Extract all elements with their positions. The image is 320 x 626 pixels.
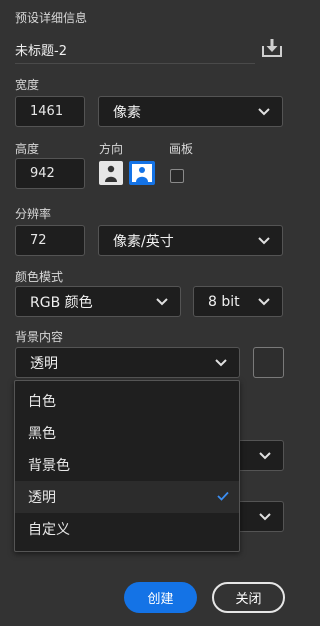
chevron-down-icon: [259, 451, 271, 459]
document-name[interactable]: 未标题-2: [15, 40, 67, 59]
bit-depth-select[interactable]: 8 bit: [193, 286, 283, 317]
portrait-icon: [105, 165, 117, 182]
save-preset-icon[interactable]: [260, 37, 284, 59]
background-contents-label: 背景内容: [15, 330, 64, 344]
dropdown-item-background-color[interactable]: 背景色: [15, 449, 239, 481]
chevron-down-icon: [259, 512, 271, 520]
preset-details-title: 预设详细信息: [15, 11, 88, 25]
width-input[interactable]: 1461: [15, 96, 85, 127]
chevron-down-icon: [258, 107, 270, 115]
chevron-down-icon: [156, 297, 168, 305]
color-mode-select[interactable]: RGB 颜色: [15, 286, 181, 317]
dropdown-item-label: 黑色: [28, 426, 56, 442]
resolution-input[interactable]: 72: [15, 225, 85, 256]
artboard-checkbox[interactable]: [170, 169, 184, 183]
color-mode-value: RGB 颜色: [30, 294, 93, 311]
dropdown-item-custom[interactable]: 自定义: [15, 513, 239, 545]
checkmark-icon: [217, 491, 229, 501]
dropdown-item-transparent[interactable]: 透明: [15, 481, 239, 513]
background-contents-dropdown: 白色 黑色 背景色 透明 自定义: [14, 380, 240, 552]
resolution-label: 分辨率: [15, 207, 52, 221]
artboard-label: 画板: [169, 142, 194, 156]
background-color-swatch[interactable]: [253, 347, 284, 378]
dropdown-item-label: 透明: [28, 490, 56, 506]
landscape-icon: [132, 164, 152, 182]
height-label: 高度: [15, 142, 40, 156]
document-name-underline: [15, 63, 255, 64]
background-contents-value: 透明: [30, 355, 58, 372]
orientation-portrait-button[interactable]: [99, 161, 123, 185]
resolution-unit-value: 像素/英寸: [113, 233, 174, 250]
width-unit-value: 像素: [113, 104, 141, 121]
orientation-label: 方向: [99, 142, 124, 156]
dropdown-item-black[interactable]: 黑色: [15, 417, 239, 449]
width-label: 宽度: [15, 78, 40, 92]
color-mode-label: 颜色模式: [15, 270, 64, 284]
chevron-down-icon: [258, 297, 270, 305]
bit-depth-value: 8 bit: [208, 293, 240, 310]
close-button[interactable]: 关闭: [212, 582, 285, 613]
dropdown-item-label: 背景色: [28, 458, 70, 474]
orientation-landscape-button[interactable]: [129, 161, 155, 185]
create-button[interactable]: 创建: [124, 582, 197, 613]
background-contents-select[interactable]: 透明: [15, 347, 240, 378]
chevron-down-icon: [258, 236, 270, 244]
chevron-down-icon: [215, 358, 227, 366]
width-unit-select[interactable]: 像素: [98, 96, 283, 127]
resolution-unit-select[interactable]: 像素/英寸: [98, 225, 283, 256]
height-input[interactable]: 942: [15, 158, 85, 189]
dropdown-item-white[interactable]: 白色: [15, 385, 239, 417]
dropdown-item-label: 白色: [28, 394, 56, 410]
dropdown-item-label: 自定义: [28, 522, 70, 538]
